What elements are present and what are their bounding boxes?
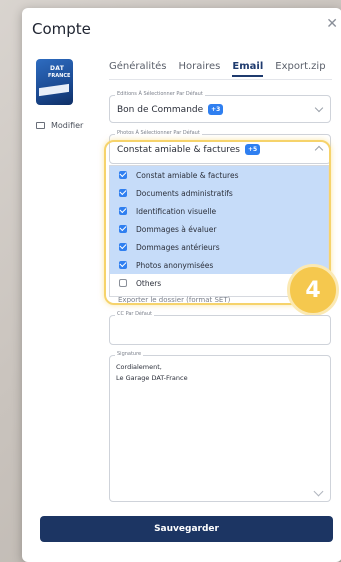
checkbox-checked-icon[interactable] xyxy=(119,261,127,269)
logo-text-dat: DAT xyxy=(50,65,65,72)
export-option-text: Exporter le dossier (format SET) xyxy=(118,296,231,304)
logo-text-france: FRANCE xyxy=(48,73,71,79)
checkbox-checked-icon[interactable] xyxy=(119,189,127,197)
photos-option[interactable]: Dommages à évaluer xyxy=(110,220,328,238)
profile-logo: DAT FRANCE xyxy=(36,59,73,105)
option-label: Others xyxy=(136,278,162,288)
account-modal: Compte ✕ DAT FRANCE Modifier Généralités… xyxy=(22,8,341,562)
editions-value: Bon de Commande xyxy=(117,104,204,115)
checkbox-checked-icon[interactable] xyxy=(119,225,127,233)
editions-label: Editions À Sélectionner Par Défaut xyxy=(115,91,205,97)
cc-label: CC Par Défaut xyxy=(115,311,154,317)
modal-title: Compte xyxy=(32,20,91,38)
photos-option[interactable]: Dommages antérieurs xyxy=(110,238,328,256)
tab-email[interactable]: Email xyxy=(232,61,264,77)
save-button[interactable]: Sauvegarder xyxy=(40,516,333,542)
signature-textarea[interactable]: Signature Cordialement, Le Garage DAT-Fr… xyxy=(109,351,331,502)
photos-option[interactable]: Documents administratifs xyxy=(110,184,328,202)
photos-value: Constat amiable & factures xyxy=(117,144,240,155)
resize-handle-icon[interactable] xyxy=(313,486,324,497)
checkbox-checked-icon[interactable] xyxy=(119,171,127,179)
tabs-divider xyxy=(109,79,332,80)
close-icon[interactable]: ✕ xyxy=(326,16,338,32)
tab-bar: Généralités Horaires Email Export.zip xyxy=(109,61,326,77)
option-label: Photos anonymisées xyxy=(136,260,214,270)
tab-generalites[interactable]: Généralités xyxy=(109,61,166,77)
photos-select[interactable]: Photos À Sélectionner Par Défaut Constat… xyxy=(109,130,331,164)
photos-option[interactable]: Identification visuelle xyxy=(110,202,328,220)
tutorial-step-badge: 4 xyxy=(287,264,339,316)
tab-horaires[interactable]: Horaires xyxy=(178,61,220,77)
option-label: Documents administratifs xyxy=(136,188,233,198)
option-label: Identification visuelle xyxy=(136,206,217,216)
checkbox-checked-icon[interactable] xyxy=(119,243,127,251)
cc-input[interactable]: CC Par Défaut xyxy=(109,311,331,345)
tab-export-zip[interactable]: Export.zip xyxy=(275,61,325,77)
checkbox-checked-icon[interactable] xyxy=(119,207,127,215)
editions-count-badge: +3 xyxy=(208,104,224,115)
photos-count-badge: +5 xyxy=(245,144,261,155)
option-label: Constat amiable & factures xyxy=(136,170,239,180)
modify-label: Modifier xyxy=(51,121,84,130)
option-label: Dommages antérieurs xyxy=(136,242,220,252)
signature-value: Cordialement, Le Garage DAT-France xyxy=(116,363,188,382)
logo-stripe xyxy=(39,83,69,97)
photos-label: Photos À Sélectionner Par Défaut xyxy=(115,130,202,136)
photos-option[interactable]: Constat amiable & factures xyxy=(110,166,328,184)
editions-select[interactable]: Editions À Sélectionner Par Défaut Bon d… xyxy=(109,91,331,123)
camera-icon xyxy=(36,122,45,129)
chevron-down-icon xyxy=(314,103,324,113)
chevron-up-icon xyxy=(314,145,324,155)
signature-label: Signature xyxy=(115,351,144,357)
option-label: Dommages à évaluer xyxy=(136,224,217,234)
modify-photo-button[interactable]: Modifier xyxy=(36,121,83,130)
checkbox-unchecked-icon[interactable] xyxy=(119,279,127,287)
